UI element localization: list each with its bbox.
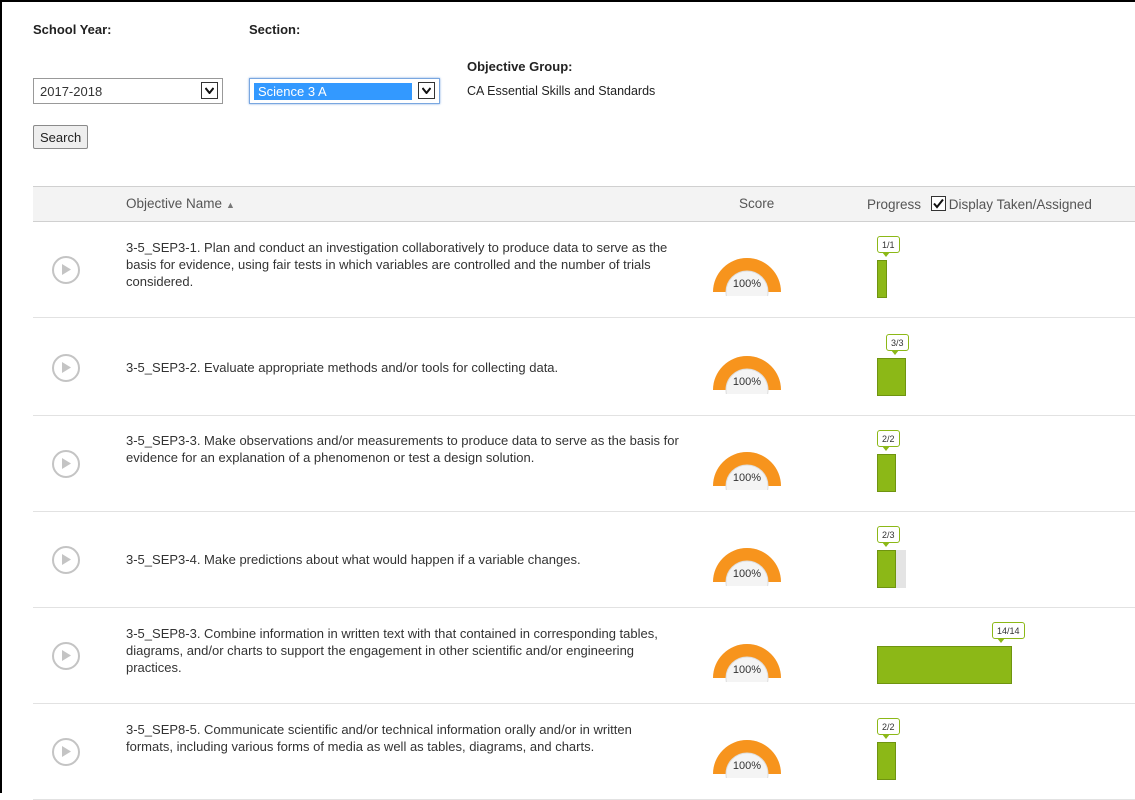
score-gauge: 100% <box>710 446 784 508</box>
search-button[interactable]: Search <box>33 125 89 149</box>
section-select[interactable]: Science 3 A <box>249 78 440 104</box>
objective-name: 3-5_SEP3-2. Evaluate appropriate methods… <box>126 360 559 375</box>
table-row[interactable]: 3-5_SEP3-3. Make observations and/or mea… <box>33 416 1135 512</box>
table-row[interactable]: 3-5_SEP3-4. Make predictions about what … <box>33 512 1135 608</box>
score-gauge: 100% <box>710 734 784 796</box>
play-icon[interactable] <box>52 738 80 766</box>
table-row[interactable]: 3-5_SEP8-3. Combine information in writt… <box>33 608 1135 704</box>
chevron-down-icon[interactable] <box>418 82 435 99</box>
progress-fill <box>877 358 906 396</box>
score-value: 100% <box>732 664 762 676</box>
score-gauge: 100% <box>710 252 784 314</box>
play-icon[interactable] <box>52 450 80 478</box>
sort-icon[interactable]: ▲︎ <box>226 200 235 210</box>
score-value: 100% <box>732 376 762 388</box>
score-gauge: 100% <box>710 350 784 412</box>
progress-fill <box>877 646 1012 684</box>
progress-bar <box>877 742 896 780</box>
progress-fill <box>877 550 896 588</box>
objective-name-header-label: Objective Name <box>126 196 223 211</box>
score-gauge: 100% <box>710 542 784 604</box>
school-year-select[interactable]: 2017-2018 <box>33 78 223 104</box>
progress-label: 2/3 <box>877 526 900 547</box>
objective-name: 3-5_SEP3-1. Plan and conduct an investig… <box>126 240 668 289</box>
objective-name: 3-5_SEP3-4. Make predictions about what … <box>126 552 581 567</box>
filter-panel: School Year: 2017-2018 Section: Science … <box>2 2 1135 182</box>
progress-bar <box>877 550 906 588</box>
score-value: 100% <box>732 568 762 580</box>
play-icon[interactable] <box>52 256 80 284</box>
display-taken-toggle[interactable]: Display Taken/Assigned <box>930 196 1092 212</box>
score-gauge: 100% <box>710 638 784 700</box>
chevron-down-icon[interactable] <box>201 82 218 99</box>
school-year-label: School Year: <box>33 22 112 37</box>
objective-group-value: CA Essential Skills and Standards <box>467 84 656 98</box>
table-row[interactable]: 3-5_SEP3-2. Evaluate appropriate methods… <box>33 320 1135 416</box>
progress-header-label: Progress <box>867 197 922 212</box>
play-icon[interactable] <box>52 642 80 670</box>
progress-header: Progress Display Taken/Assigned <box>867 196 1092 212</box>
progress-bar <box>877 646 1012 684</box>
section-label: Section: <box>249 22 301 37</box>
progress-label: 1/1 <box>877 236 900 257</box>
play-icon[interactable] <box>52 354 80 382</box>
progress-fill <box>877 454 896 492</box>
objective-name: 3-5_SEP8-5. Communicate scientific and/o… <box>126 722 632 754</box>
display-taken-checkbox[interactable] <box>930 196 946 211</box>
progress-fill <box>877 742 896 780</box>
table-row[interactable]: 3-5_SEP8-5. Communicate scientific and/o… <box>33 704 1135 800</box>
section-value: Science 3 A <box>254 83 412 100</box>
progress-label: 2/2 <box>877 430 900 451</box>
score-value: 100% <box>732 278 762 290</box>
table-row[interactable]: 3-5_SEP3-1. Plan and conduct an investig… <box>33 222 1135 318</box>
display-taken-label: Display Taken/Assigned <box>948 197 1092 212</box>
progress-bar <box>877 358 906 396</box>
score-value: 100% <box>732 472 762 484</box>
score-value: 100% <box>732 760 762 772</box>
progress-bar <box>877 454 896 492</box>
objective-name: 3-5_SEP8-3. Combine information in writt… <box>126 626 658 675</box>
objective-name-header[interactable]: Objective Name ▲︎ <box>126 196 235 211</box>
school-year-value: 2017-2018 <box>40 84 103 99</box>
table-header: Objective Name ▲︎ Score Progress Display … <box>33 186 1135 222</box>
progress-label: 3/3 <box>886 334 909 355</box>
progress-bar <box>877 260 887 298</box>
objective-name: 3-5_SEP3-3. Make observations and/or mea… <box>126 433 679 465</box>
progress-label: 2/2 <box>877 718 900 739</box>
play-icon[interactable] <box>52 546 80 574</box>
score-header: Score <box>739 196 775 211</box>
progress-label: 14/14 <box>992 622 1025 643</box>
objective-group-label: Objective Group: <box>467 59 573 74</box>
progress-fill <box>877 260 887 298</box>
